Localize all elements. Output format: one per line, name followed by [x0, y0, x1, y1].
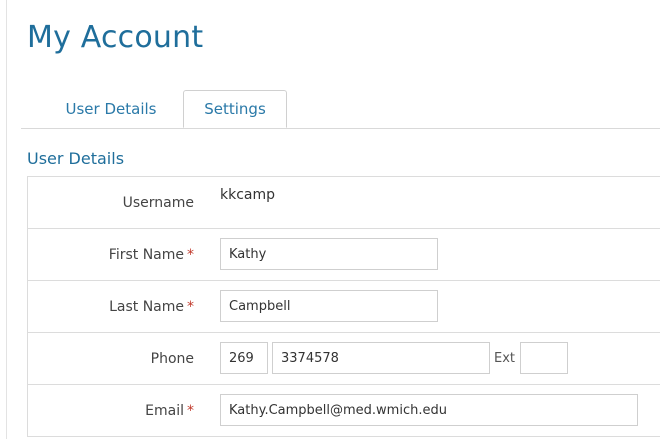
last-name-label: Last Name * — [109, 298, 194, 315]
tab-settings[interactable]: Settings — [183, 90, 287, 128]
tab-bar: User Details Settings — [21, 90, 660, 129]
phone-ext-field[interactable] — [520, 342, 568, 374]
first-name-label: First Name * — [108, 246, 194, 263]
last-name-row: Last Name * — [28, 281, 660, 333]
first-name-field[interactable] — [220, 238, 438, 270]
email-row: Email * — [28, 385, 660, 436]
last-name-field[interactable] — [220, 290, 438, 322]
phone-row: Phone Ext — [28, 333, 660, 385]
username-value: kkcamp — [220, 187, 276, 203]
email-field[interactable] — [220, 394, 638, 426]
required-marker: * — [187, 402, 194, 419]
page-title: My Account — [27, 20, 204, 55]
tab-user-details[interactable]: User Details — [41, 90, 181, 128]
username-label: Username — [122, 194, 194, 211]
account-panel: My Account User Details Settings User De… — [6, 0, 660, 439]
user-details-form: Username kkcamp First Name* Last Name* P… — [27, 176, 660, 437]
email-label: Email * — [145, 402, 194, 419]
required-marker: * — [187, 246, 194, 263]
ext-label: Ext — [494, 350, 516, 366]
section-title: User Details — [27, 149, 125, 168]
first-name-row: First Name * — [28, 229, 660, 281]
phone-label: Phone — [150, 350, 194, 367]
required-marker: * — [187, 298, 194, 315]
phone-number-field[interactable] — [272, 342, 490, 374]
phone-area-code-field[interactable] — [220, 342, 268, 374]
username-row: Username kkcamp — [28, 177, 660, 229]
